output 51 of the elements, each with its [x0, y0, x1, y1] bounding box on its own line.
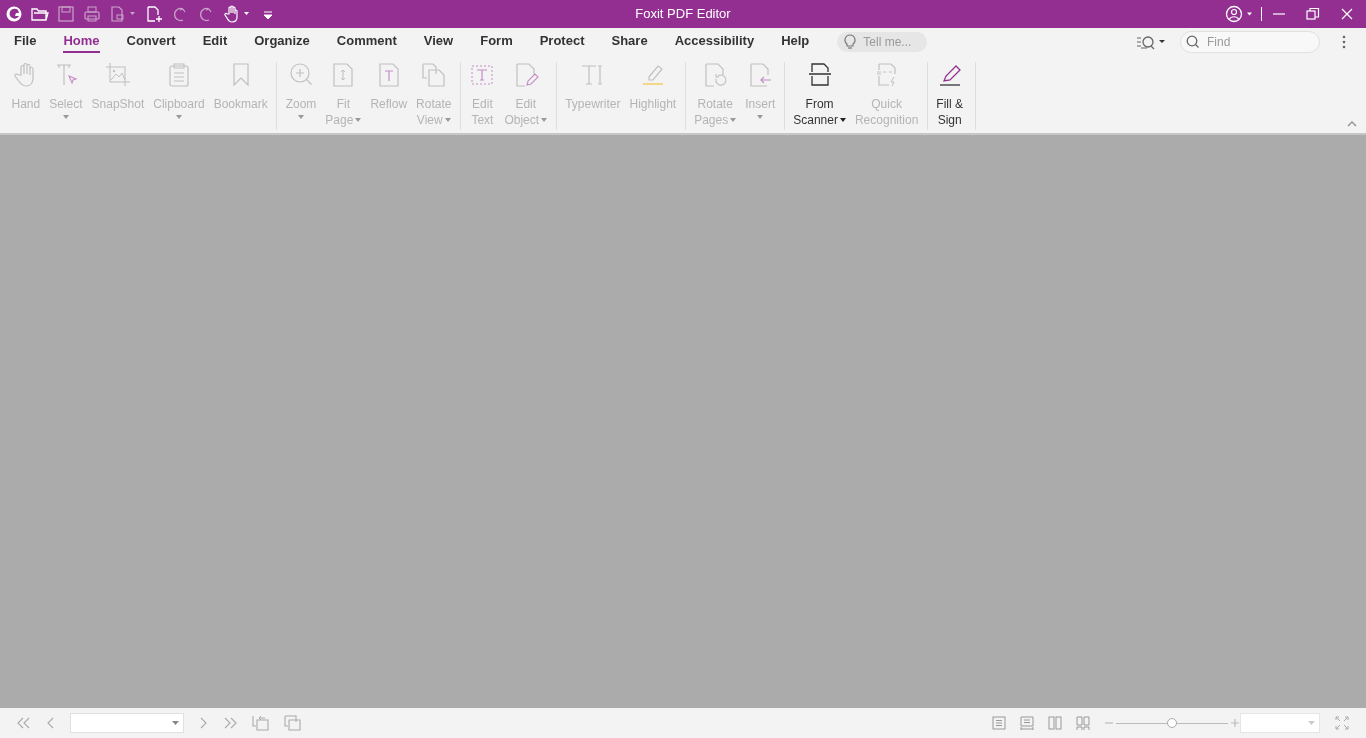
collapse-icon[interactable]: [1347, 121, 1357, 127]
menu-tab[interactable]: File: [14, 31, 37, 53]
insert-icon: [747, 62, 774, 88]
scanner-button[interactable]: From Scanner: [788, 62, 851, 130]
hand-icon[interactable]: [223, 5, 251, 23]
menu-tab[interactable]: Protect: [539, 31, 585, 53]
rotate-icon: [420, 62, 447, 88]
menu-tab[interactable]: Help: [781, 31, 810, 53]
last-page-icon[interactable]: [222, 717, 238, 729]
zoom-slider-thumb[interactable]: [1167, 717, 1177, 728]
menu-tab[interactable]: Organize: [254, 31, 310, 53]
new-icon[interactable]: [145, 5, 163, 23]
logo-icon[interactable]: [5, 5, 23, 23]
single-page-icon[interactable]: [992, 716, 1006, 730]
dropdown-icon: [172, 721, 179, 725]
close-icon[interactable]: [1340, 7, 1354, 21]
search-options-icon[interactable]: [1136, 34, 1166, 50]
menu-tab[interactable]: View: [423, 31, 454, 53]
menu-tab[interactable]: Comment: [336, 31, 397, 53]
edittext-icon: [469, 62, 496, 88]
tell-me-field[interactable]: Tell me...: [837, 32, 928, 52]
previous-page-icon[interactable]: [46, 717, 56, 729]
menu-tab[interactable]: Convert: [126, 31, 176, 53]
menu-tab[interactable]: Share: [611, 31, 648, 53]
continuous-page-icon[interactable]: [1020, 716, 1034, 730]
facing-pages-icon[interactable]: [1048, 716, 1062, 730]
sign-button[interactable]: Fill & Sign: [931, 62, 968, 130]
first-page-icon[interactable]: [16, 717, 32, 729]
zoom-level-field[interactable]: [1240, 713, 1320, 733]
dropdown-icon: [1308, 721, 1315, 725]
menu-tab[interactable]: Form: [480, 31, 513, 53]
rotatepages-icon: [702, 62, 729, 88]
next-page-icon[interactable]: [198, 717, 208, 729]
scanner-icon: [806, 62, 833, 88]
menu-tab[interactable]: Accessibility: [674, 31, 755, 53]
page-number-field[interactable]: [70, 713, 184, 733]
menu-tab[interactable]: Edit: [202, 31, 228, 53]
next-view-icon[interactable]: [284, 715, 302, 731]
more-icon[interactable]: [1342, 35, 1346, 49]
lightbulb-icon: [843, 34, 858, 50]
search-icon: [1186, 35, 1200, 49]
open-icon[interactable]: [31, 5, 49, 23]
snapshot-icon: [104, 62, 131, 88]
previous-view-icon[interactable]: [252, 715, 270, 731]
menu-tab[interactable]: Home: [63, 31, 100, 53]
full-screen-icon[interactable]: [1334, 715, 1350, 731]
find-field[interactable]: Find: [1180, 31, 1320, 53]
restore-icon[interactable]: [1306, 7, 1320, 21]
continuous-facing-icon[interactable]: [1076, 716, 1090, 730]
zoom-in-icon[interactable]: [1230, 718, 1240, 728]
window-title: Foxit PDF Editor: [635, 5, 731, 23]
